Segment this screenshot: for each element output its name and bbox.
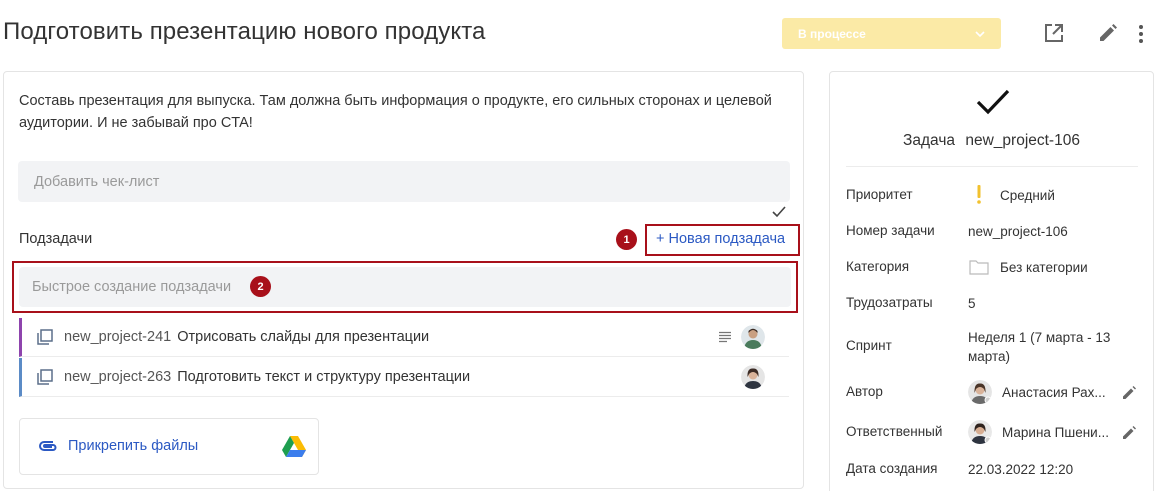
checkmark-icon[interactable] bbox=[771, 205, 787, 219]
task-main-card: Составь презентация для выпуска. Там дол… bbox=[3, 71, 804, 489]
edit-icon[interactable] bbox=[1121, 425, 1137, 441]
subtask-row[interactable]: new_project-241 Отрисовать слайды для пр… bbox=[19, 318, 789, 357]
created-date-label: Дата создания bbox=[846, 461, 938, 476]
task-key: new_project-106 bbox=[965, 132, 1080, 149]
priority-label: Приоритет bbox=[846, 187, 913, 202]
quick-create-placeholder: Быстрое создание подзадачи bbox=[32, 279, 232, 295]
subtask-name: Отрисовать слайды для презентации bbox=[177, 329, 430, 345]
subtask-row[interactable]: new_project-263 Подготовить текст и стру… bbox=[19, 358, 789, 397]
new-subtask-button[interactable]: + Новая подзадача bbox=[656, 231, 785, 247]
subtask-key: new_project-263 bbox=[64, 369, 172, 385]
annotation-badge-1: 1 bbox=[616, 229, 637, 250]
open-external-icon[interactable] bbox=[1043, 22, 1065, 44]
description-lines-icon bbox=[719, 331, 731, 343]
avatar[interactable] bbox=[968, 380, 992, 404]
task-number-value: new_project-106 bbox=[968, 224, 1068, 239]
avatar[interactable] bbox=[741, 365, 765, 389]
exclamation-icon bbox=[977, 185, 981, 204]
created-date-value: 22.03.2022 12:20 bbox=[968, 462, 1074, 477]
annotation-badge-2: 2 bbox=[250, 276, 271, 297]
avatar[interactable] bbox=[968, 420, 992, 444]
effort-value[interactable]: 5 bbox=[968, 294, 976, 313]
attach-files-button[interactable]: Прикрепить файлы bbox=[19, 418, 319, 475]
edit-icon[interactable] bbox=[1121, 385, 1137, 401]
chevron-down-icon bbox=[975, 30, 985, 37]
subtask-icon bbox=[37, 369, 53, 385]
task-details-sidebar: Задача new_project-106 Приоритет Средний… bbox=[829, 71, 1154, 491]
status-dropdown[interactable]: В процессе bbox=[782, 18, 1001, 49]
attach-files-label: Прикрепить файлы bbox=[68, 438, 199, 454]
task-word: Задача bbox=[903, 132, 956, 149]
checkmark-icon[interactable] bbox=[975, 88, 1011, 116]
quick-create-subtask-input[interactable]: Быстрое создание подзадачи bbox=[19, 267, 791, 307]
google-drive-icon[interactable] bbox=[282, 436, 306, 457]
sprint-value[interactable]: Неделя 1 (7 марта - 13 марта) bbox=[968, 328, 1138, 366]
author-label: Автор bbox=[846, 384, 883, 399]
divider bbox=[846, 166, 1138, 167]
add-checklist-placeholder: Добавить чек-лист bbox=[34, 173, 160, 190]
subtask-key: new_project-241 bbox=[64, 329, 172, 345]
subtask-icon bbox=[37, 329, 53, 345]
paperclip-icon bbox=[39, 441, 57, 451]
task-identifier: Задача new_project-106 bbox=[830, 132, 1153, 150]
category-label: Категория bbox=[846, 259, 910, 274]
effort-label: Трудозатраты bbox=[846, 295, 933, 310]
author-value: Анастасия Рах... bbox=[1002, 385, 1106, 400]
folder-icon bbox=[969, 260, 989, 275]
assignee-value: Марина Пшени... bbox=[1002, 425, 1109, 440]
page-title: Подготовить презентацию нового продукта bbox=[3, 18, 486, 45]
priority-value[interactable]: Средний bbox=[1000, 186, 1055, 205]
avatar[interactable] bbox=[741, 325, 765, 349]
task-description[interactable]: Составь презентация для выпуска. Там дол… bbox=[19, 90, 779, 134]
subtask-name: Подготовить текст и структуру презентаци… bbox=[177, 369, 471, 385]
subtasks-heading: Подзадачи bbox=[19, 231, 93, 247]
more-vertical-icon[interactable] bbox=[1134, 22, 1148, 46]
category-value[interactable]: Без категории bbox=[1000, 258, 1088, 277]
task-number-label: Номер задачи bbox=[846, 223, 935, 238]
add-checklist-input[interactable]: Добавить чек-лист bbox=[18, 161, 790, 202]
assignee-label: Ответственный bbox=[846, 424, 943, 439]
sprint-label: Спринт bbox=[846, 338, 892, 353]
status-label: В процессе bbox=[798, 26, 866, 41]
edit-icon[interactable] bbox=[1097, 23, 1118, 44]
